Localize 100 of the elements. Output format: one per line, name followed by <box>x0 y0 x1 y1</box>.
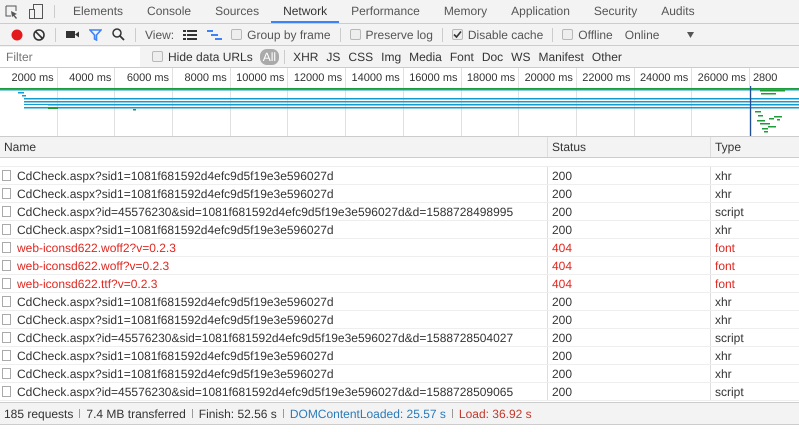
record-button[interactable] <box>11 28 23 40</box>
request-name[interactable]: CdCheck.aspx?sid1=1081f681592d4efc9d5f19e3e596027d <box>17 312 334 326</box>
panel-tab[interactable]: Memory <box>432 0 500 23</box>
type-cell-text: xhr <box>714 348 733 364</box>
type-filter-button[interactable]: Manifest <box>536 48 587 64</box>
option-label: Hide data URLs <box>168 50 253 64</box>
status-cell: 200 <box>548 185 711 202</box>
waterfall-view-icon[interactable] <box>207 30 222 40</box>
checkbox[interactable] <box>231 29 242 40</box>
status-cell: 200 <box>548 221 711 238</box>
time-tick-label: 2800 <box>752 71 778 86</box>
status-cell: 200 <box>548 293 711 310</box>
summary-text: Finish: 52.56 s <box>198 406 277 420</box>
panel-tab[interactable]: Application <box>499 0 582 23</box>
type-filter-button[interactable]: Media <box>406 48 445 64</box>
type-cell-text: font <box>714 258 736 274</box>
type-cell-text: xhr <box>714 186 733 202</box>
file-icon <box>2 242 11 253</box>
checkbox[interactable] <box>350 29 361 40</box>
request-name[interactable]: CdCheck.aspx?sid1=1081f681592d4efc9d5f19e3e596027d <box>17 294 334 308</box>
request-name[interactable]: CdCheck.aspx?sid1=1081f681592d4efc9d5f19e3e596027d <box>17 168 334 182</box>
type-filter-button[interactable]: Img <box>378 48 404 64</box>
dropdown-arrow-icon[interactable] <box>687 32 694 38</box>
file-icon <box>2 368 11 379</box>
status-cell: 404 <box>548 257 711 274</box>
file-icon <box>2 296 11 307</box>
option-label: Preserve log <box>366 28 433 42</box>
option-label: Offline <box>578 28 613 42</box>
type-cell-text: xhr <box>714 222 733 238</box>
checkbox[interactable] <box>452 29 463 40</box>
request-name[interactable]: CdCheck.aspx?sid1=1081f681592d4efc9d5f19e3e596027d <box>17 366 334 380</box>
file-icon <box>2 170 11 181</box>
request-name[interactable]: CdCheck.aspx?id=45576230&sid=1081f681592d4efc9d5f19e3e596027d&d=1588728509065 <box>17 384 514 398</box>
type-filter-button[interactable]: CSS <box>345 48 376 64</box>
type-cell-text: script <box>714 204 745 220</box>
file-icon <box>2 278 11 289</box>
type-filter-button[interactable]: Other <box>588 48 625 64</box>
status-cell: 200 <box>548 311 711 328</box>
type-filter-button[interactable]: Font <box>446 48 477 64</box>
list-view-icon[interactable] <box>183 30 198 40</box>
type-filter-button[interactable]: JS <box>323 48 344 64</box>
search-icon[interactable] <box>112 28 125 41</box>
type-cell-text: xhr <box>714 366 733 382</box>
request-name[interactable]: web-iconsd622.ttf?v=0.2.3 <box>17 276 158 290</box>
checkbox[interactable] <box>152 51 163 62</box>
type-filter-button[interactable]: WS <box>508 48 534 64</box>
file-icon <box>2 386 11 397</box>
column-header[interactable]: Name <box>0 137 548 157</box>
camera-icon[interactable] <box>66 30 79 39</box>
panel-tab[interactable]: Console <box>135 0 204 23</box>
status-cell: 200 <box>548 203 711 220</box>
panel-tab[interactable]: Sources <box>203 0 272 23</box>
panel-tab[interactable]: Security <box>582 0 650 23</box>
type-cell-text: xhr <box>714 312 733 328</box>
request-name[interactable]: CdCheck.aspx?id=45576230&sid=1081f681592d4efc9d5f19e3e596027d&d=1588728498995 <box>17 204 514 218</box>
file-icon <box>2 260 11 271</box>
file-icon <box>2 350 11 361</box>
checkbox[interactable] <box>562 29 574 40</box>
request-name[interactable]: CdCheck.aspx?sid1=1081f681592d4efc9d5f19e3e596027d <box>17 348 334 362</box>
panel-tab[interactable]: Elements <box>61 0 136 23</box>
panel-tab[interactable]: Audits <box>649 0 707 23</box>
request-name[interactable]: web-iconsd622.woff2?v=0.2.3 <box>17 240 176 254</box>
clear-icon[interactable] <box>33 28 45 40</box>
status-cell: 404 <box>548 275 711 292</box>
option-label: Group by frame <box>247 28 331 42</box>
throttling-select[interactable]: Online <box>624 28 660 42</box>
filter-field[interactable]: Filter <box>0 46 140 66</box>
type-cell-text: font <box>714 276 736 292</box>
panel-tab[interactable]: Performance <box>339 0 432 23</box>
request-name[interactable]: web-iconsd622.woff?v=0.2.3 <box>17 258 170 272</box>
type-cell-text: font <box>714 240 736 256</box>
view-label: View: <box>145 28 174 42</box>
request-name[interactable]: CdCheck.aspx?sid1=1081f681592d4efc9d5f19e3e596027d <box>17 222 334 236</box>
filter-icon[interactable] <box>89 28 102 40</box>
status-cell: 200 <box>548 347 711 364</box>
type-filter-button[interactable]: XHR <box>290 48 322 64</box>
file-icon <box>2 188 11 199</box>
type-cell-text: script <box>714 330 745 346</box>
status-cell: 200 <box>548 383 711 400</box>
status-cell: 404 <box>548 239 711 256</box>
file-icon <box>2 332 11 343</box>
type-cell-text: xhr <box>714 294 733 310</box>
column-header[interactable]: Type <box>711 137 799 157</box>
summary-text: 7.4 MB transferred <box>86 406 186 420</box>
type-filter-button[interactable]: Doc <box>478 48 506 64</box>
column-header[interactable]: Status <box>548 137 711 157</box>
request-name[interactable]: CdCheck.aspx?sid1=1081f681592d4efc9d5f19e3e596027d <box>17 186 334 200</box>
load-time-text: Load: 36.92 s <box>458 406 532 420</box>
file-icon <box>2 224 11 235</box>
type-cell-text: xhr <box>714 168 733 184</box>
dom-loaded-text: DOMContentLoaded: 25.57 s <box>290 406 446 420</box>
file-icon <box>2 314 11 325</box>
status-cell: 200 <box>548 167 711 184</box>
status-cell: 200 <box>548 365 711 382</box>
type-cell-text: script <box>714 384 745 400</box>
status-cell: 200 <box>548 329 711 346</box>
file-icon <box>2 206 11 217</box>
request-name[interactable]: CdCheck.aspx?id=45576230&sid=1081f681592d4efc9d5f19e3e596027d&d=1588728504027 <box>17 330 514 344</box>
option-label: Disable cache <box>468 28 544 42</box>
summary-text: 185 requests <box>4 406 74 420</box>
